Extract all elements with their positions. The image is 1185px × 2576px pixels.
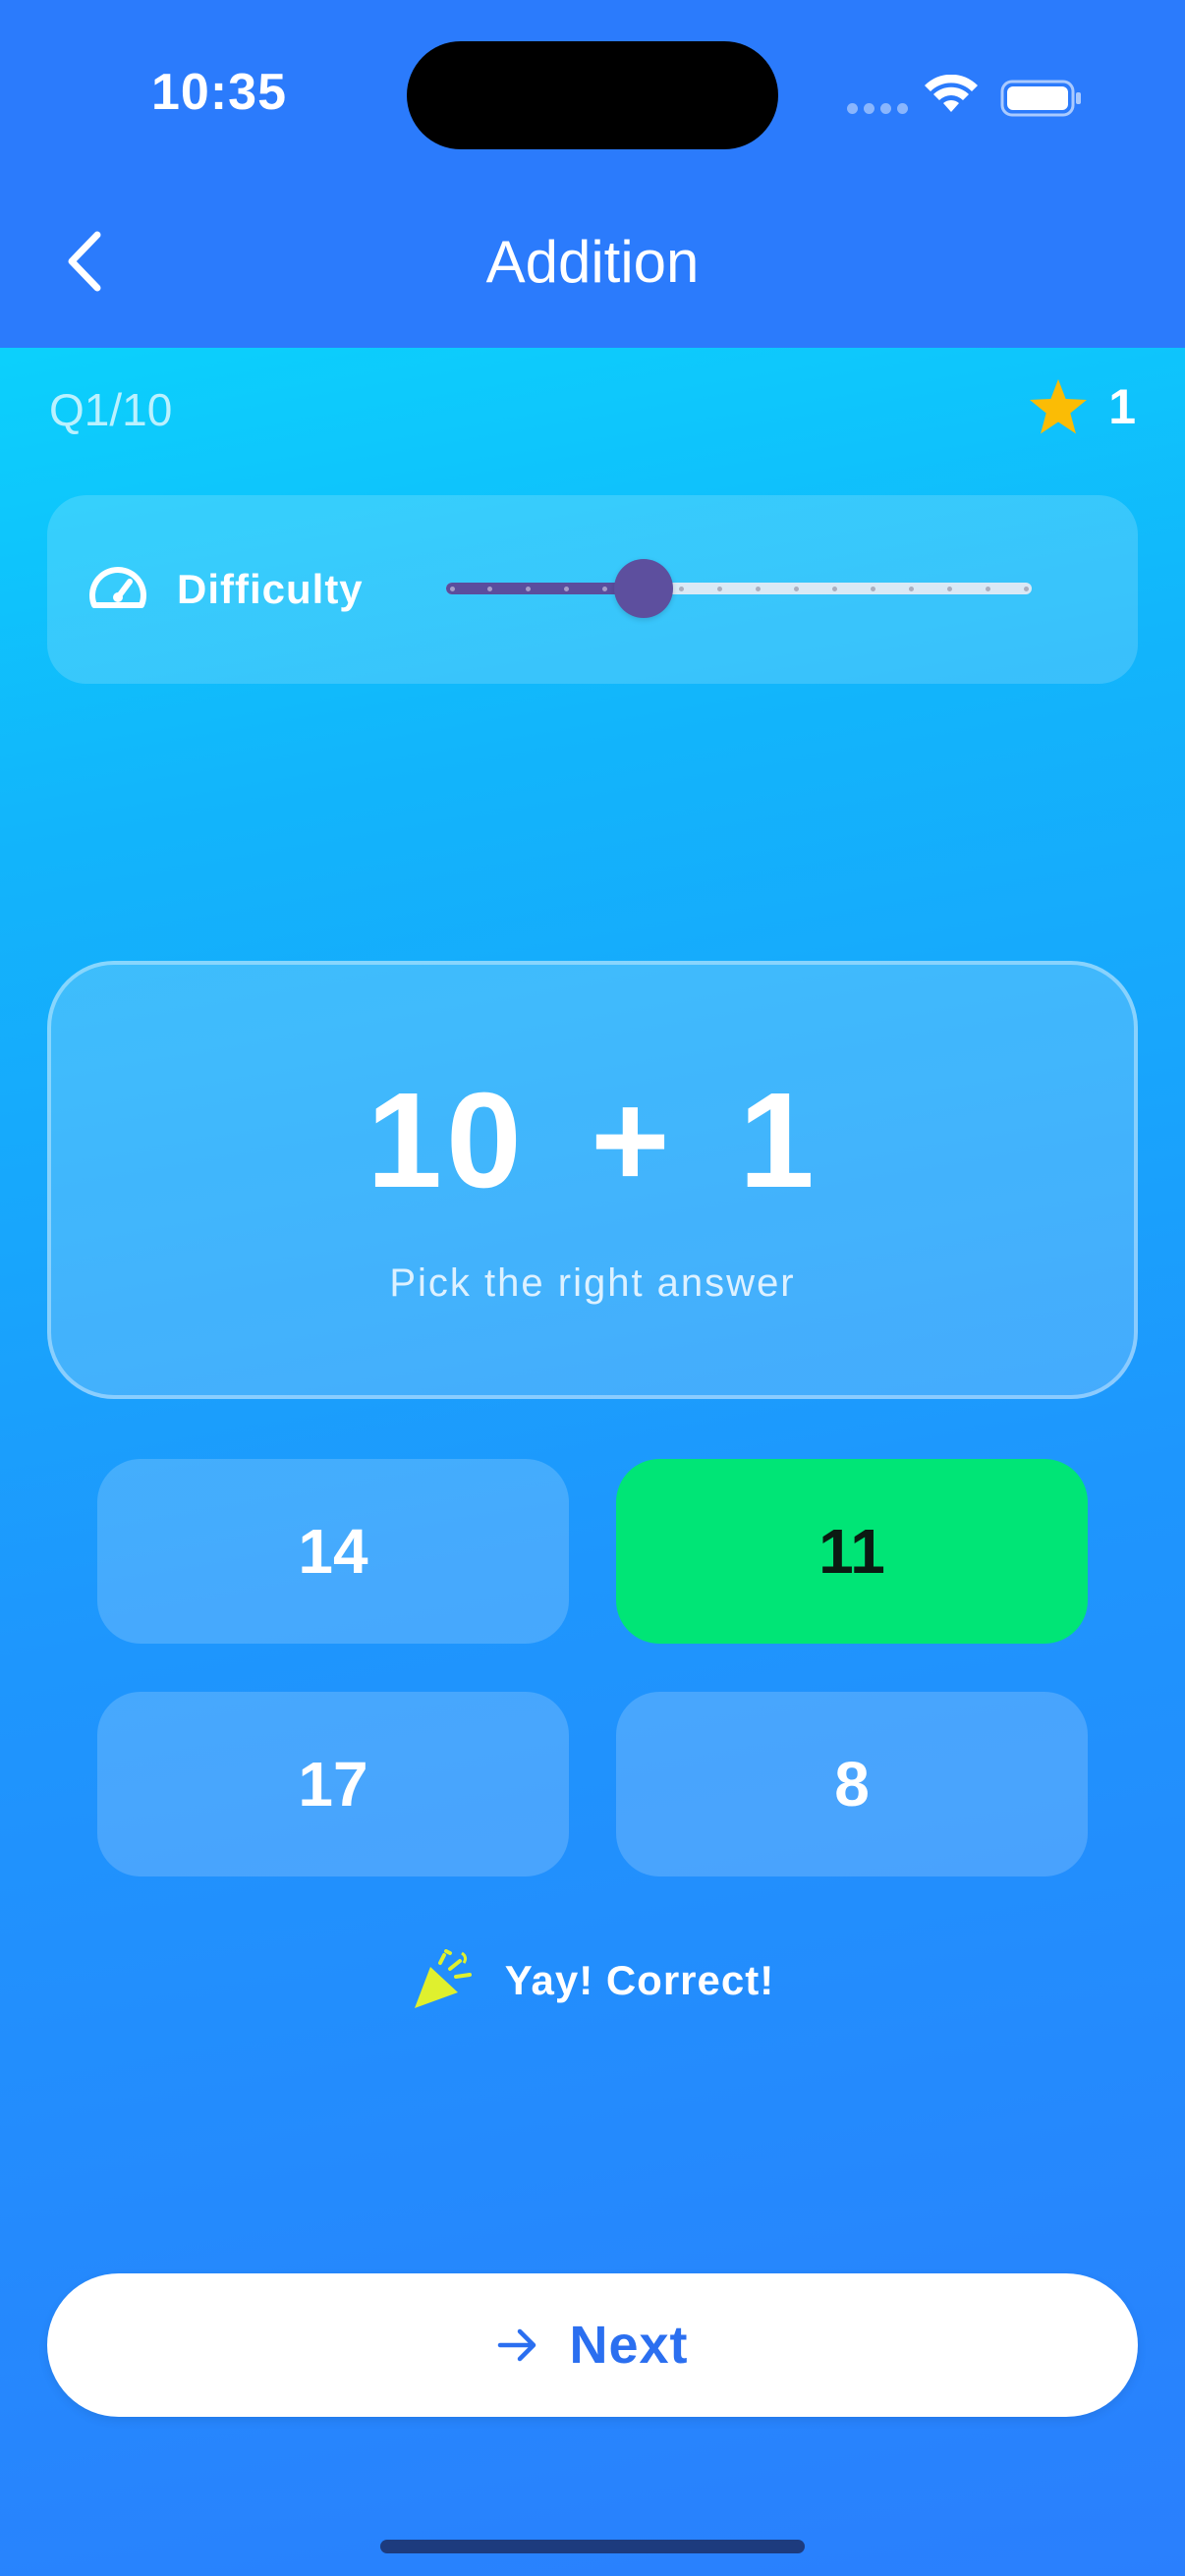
feedback-text: Yay! Correct! (504, 1957, 775, 2003)
arrow-right-icon (498, 2328, 536, 2362)
home-indicator (380, 2540, 805, 2553)
difficulty-slider[interactable] (446, 559, 1032, 618)
difficulty-slider-tick (755, 587, 761, 591)
problem-expression: 10 + 1 (367, 1065, 818, 1216)
speedometer-icon (89, 567, 146, 608)
difficulty-slider-tick (908, 587, 914, 591)
next-button-label: Next (569, 2316, 689, 2375)
star-score: 1 (1028, 377, 1136, 436)
difficulty-slider-tick (870, 587, 875, 591)
answer-button[interactable]: 11 (616, 1459, 1088, 1644)
question-counter: Q1/10 (49, 384, 173, 435)
difficulty-slider-tick (946, 587, 952, 591)
difficulty-slider-tick (985, 587, 990, 591)
star-count: 1 (1108, 379, 1136, 434)
star-icon (1030, 379, 1088, 434)
answer-button[interactable]: 14 (97, 1459, 569, 1644)
battery-icon (1000, 80, 1081, 117)
wifi-icon (925, 75, 978, 112)
difficulty-slider-tick (679, 587, 685, 591)
difficulty-card: Difficulty (47, 495, 1138, 684)
answer-button[interactable]: 17 (97, 1692, 569, 1876)
problem-card: 10 + 1 Pick the right answer (47, 961, 1138, 1399)
answer-button[interactable]: 8 (616, 1692, 1088, 1876)
problem-hint: Pick the right answer (389, 1261, 796, 1305)
difficulty-label: Difficulty (177, 566, 364, 612)
party-popper-icon (414, 1949, 472, 2008)
feedback-message: Yay! Correct! (0, 1949, 1185, 2012)
status-bar-time: 10:35 (151, 64, 287, 121)
dynamic-island (407, 41, 778, 149)
next-button[interactable]: Next (47, 2273, 1138, 2417)
difficulty-slider-tick (831, 587, 837, 591)
cellular-signal-icon (847, 103, 908, 114)
status-bar-icons (847, 71, 1083, 118)
difficulty-slider-thumb[interactable] (613, 559, 673, 618)
difficulty-slider-tick (717, 587, 723, 591)
difficulty-slider-tick (449, 587, 455, 591)
difficulty-slider-tick (793, 587, 799, 591)
page-title: Addition (485, 229, 700, 295)
difficulty-slider-tick (1023, 587, 1029, 591)
